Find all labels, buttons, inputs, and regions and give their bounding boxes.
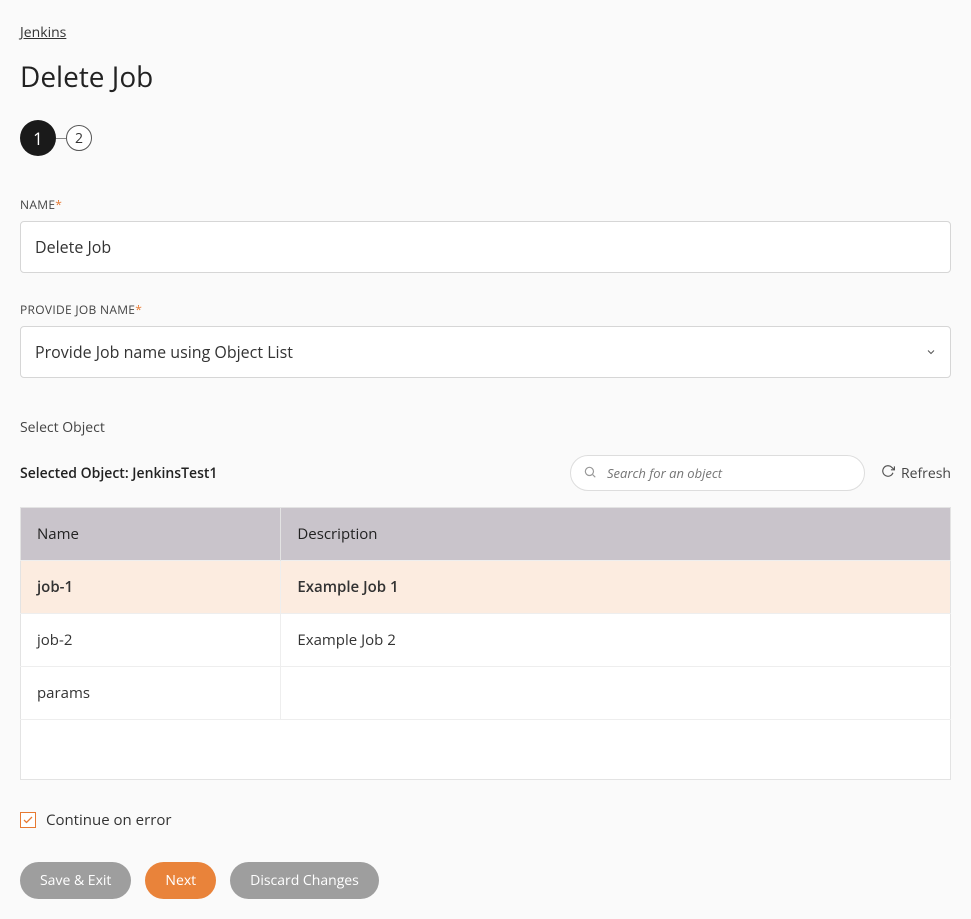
refresh-button[interactable]: Refresh [881, 464, 951, 483]
required-mark: * [135, 301, 142, 318]
name-input[interactable] [20, 221, 951, 273]
cell-name: params [21, 667, 281, 720]
table-row[interactable]: job-2Example Job 2 [21, 614, 951, 667]
continue-on-error-label: Continue on error [46, 810, 171, 830]
table-row-empty [21, 720, 951, 780]
required-mark: * [55, 196, 62, 213]
refresh-label: Refresh [901, 464, 951, 483]
provide-job-label: PROVIDE JOB NAME* [20, 301, 951, 318]
cell-description: Example Job 1 [281, 561, 951, 614]
col-header-name: Name [21, 508, 281, 561]
col-header-description: Description [281, 508, 951, 561]
step-1[interactable]: 1 [20, 120, 56, 156]
search-input[interactable] [605, 463, 852, 483]
provide-job-select[interactable]: Provide Job name using Object List [20, 326, 951, 378]
next-button[interactable]: Next [145, 862, 216, 899]
search-box[interactable] [570, 455, 865, 491]
cell-name: job-2 [21, 614, 281, 667]
cell-name: job-1 [21, 561, 281, 614]
page-title: Delete Job [20, 58, 951, 96]
name-label: NAME* [20, 196, 951, 213]
step-2[interactable]: 2 [66, 125, 92, 151]
selected-object-label: Selected Object: JenkinsTest1 [20, 464, 217, 483]
continue-on-error-checkbox[interactable] [20, 812, 36, 828]
cell-description: Example Job 2 [281, 614, 951, 667]
search-icon [583, 462, 597, 484]
discard-button[interactable]: Discard Changes [230, 862, 379, 899]
stepper-connector [56, 138, 66, 139]
save-exit-button[interactable]: Save & Exit [20, 862, 131, 899]
breadcrumb-link[interactable]: Jenkins [20, 23, 66, 42]
refresh-icon [881, 464, 895, 483]
stepper: 1 2 [20, 120, 951, 156]
table-row[interactable]: job-1Example Job 1 [21, 561, 951, 614]
select-object-subtitle: Select Object [20, 418, 951, 437]
object-table: Name Description job-1Example Job 1job-2… [20, 507, 951, 780]
table-row[interactable]: params [21, 667, 951, 720]
cell-description [281, 667, 951, 720]
